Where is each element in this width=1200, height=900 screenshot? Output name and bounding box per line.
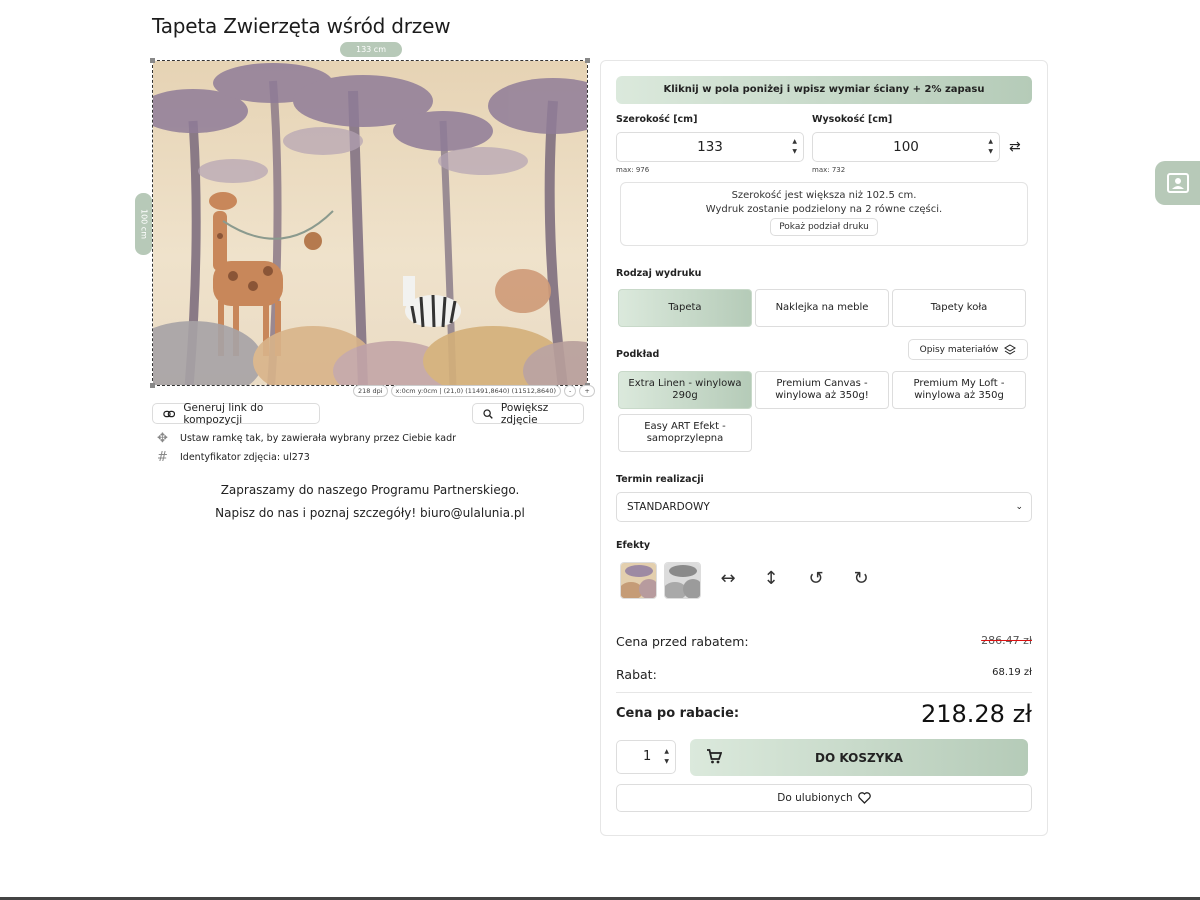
partner-line-1: Zapraszamy do naszego Programu Partnersk… [220,483,520,497]
term-label: Termin realizacji [616,474,704,485]
link-icon [163,410,176,417]
coords-chip: x:0cm y:0cm | (21,0) (11491,8640) (11512… [390,385,561,397]
print-type-furniture-sticker[interactable]: Naklejka na meble [755,289,889,327]
zoom-in-button[interactable]: + [579,385,595,397]
heart-icon [857,792,871,804]
zoom-image-label: Powiększ zdjęcie [500,401,549,426]
effect-original-image [621,563,656,598]
layers-icon [1004,343,1017,355]
height-badge: 100 cm [135,193,152,255]
chevron-down-icon: ⌄ [1015,502,1023,512]
materials-description-label: Opisy materiałów [919,344,999,355]
dpi-chip: 218 dpi [353,385,388,397]
width-label: Szerokość [cm] [616,114,698,125]
rotate-right-icon[interactable]: ↻ [849,568,873,589]
quantity-stepper[interactable]: ▲ ▼ [664,747,669,767]
discount-label: Rabat: [616,667,657,682]
move-icon: ✥ [157,431,168,446]
add-to-cart-label: DO KOSZYKA [815,750,903,765]
flip-horizontal-icon[interactable]: ↔ [716,568,740,589]
height-stepper[interactable]: ▲ ▼ [988,137,993,157]
height-max: max: 732 [812,166,846,174]
generate-link-button[interactable]: Generuj link do kompozycji [152,401,320,426]
height-value: 100 [893,139,919,155]
add-to-favorites-button[interactable]: Do ulubionych [616,784,1032,812]
wallpaper-image [153,61,587,385]
width-input[interactable]: 133 ▲ ▼ [616,132,804,162]
resize-handle[interactable] [150,383,155,388]
discount-row: Rabat: 68.19 zł [616,667,1032,682]
width-value: 133 [697,139,723,155]
width-stepper[interactable]: ▲ ▼ [792,137,797,157]
image-info-strip: 218 dpi x:0cm y:0cm | (21,0) (11491,8640… [353,385,595,397]
height-input[interactable]: 100 ▲ ▼ [812,132,1000,162]
resize-handle[interactable] [150,58,155,63]
contact-card-icon [1166,173,1189,193]
split-line-2: Wydruk zostanie podzielony na 2 równe cz… [705,204,943,215]
swap-icon[interactable]: ⇄ [1009,139,1021,155]
effect-grayscale-thumb[interactable] [664,562,701,599]
materials-description-button[interactable]: Opisy materiałów [908,339,1028,360]
split-info-box: Szerokość jest większa niż 102.5 cm. Wyd… [620,182,1028,246]
print-type-label: Rodzaj wydruku [616,268,702,279]
frame-note: ✥ Ustaw ramkę tak, by zawierała wybrany … [156,431,456,446]
price-divider [616,692,1032,693]
width-max: max: 976 [616,166,650,174]
height-badge-label: 100 cm [139,208,148,240]
effect-original-thumb[interactable] [620,562,657,599]
substrate-premium-my-loft[interactable]: Premium My Loft - winylowa aż 350g [892,371,1026,409]
height-label: Wysokość [cm] [812,114,893,125]
substrate-premium-canvas[interactable]: Premium Canvas - winylowa aż 350g! [755,371,889,409]
partner-line-2: Napisz do nas i poznaj szczegóły! biuro@… [215,506,525,520]
substrate-easy-art[interactable]: Easy ART Efekt - samoprzylepna [618,414,752,452]
add-to-cart-button[interactable]: DO KOSZYKA [690,739,1028,776]
image-id-note: # Identyfikator zdjęcia: ul273 [156,450,310,465]
term-select[interactable]: STANDARDOWY ⌄ [616,492,1032,522]
page-title: Tapeta Zwierzęta wśród drzew [152,14,451,38]
rotate-left-icon[interactable]: ↺ [804,568,828,589]
substrate-label: Podkład [616,349,660,360]
quantity-value: 1 [643,749,652,764]
cart-icon [707,749,722,764]
term-value: STANDARDOWY [627,501,710,513]
show-split-button[interactable]: Pokaż podział druku [770,218,878,236]
print-type-wheels[interactable]: Tapety koła [892,289,1026,327]
favorites-label: Do ulubionych [777,792,853,804]
contact-side-tab[interactable] [1155,161,1200,205]
substrate-extra-linen[interactable]: Extra Linen - winylowa 290g [618,371,752,409]
price-before-value: 286.47 zł [981,634,1032,647]
zoom-image-button[interactable]: Powiększ zdjęcie [472,401,584,426]
print-type-wallpaper[interactable]: Tapeta [618,289,752,327]
final-price-value: 218.28 zł [920,700,1032,728]
final-price-label: Cena po rabacie: [616,706,740,721]
discount-value: 68.19 zł [992,667,1032,678]
magnifier-icon [483,408,493,419]
effects-label: Efekty [616,540,651,551]
split-line-1: Szerokość jest większa niż 102.5 cm. [731,190,917,201]
zoom-out-button[interactable]: - [564,385,577,397]
price-before-label: Cena przed rabatem: [616,634,749,649]
generate-link-label: Generuj link do kompozycji [183,401,264,426]
frame-note-text: Ustaw ramkę tak, by zawierała wybrany pr… [180,433,457,444]
hash-icon: # [157,450,168,465]
wallpaper-preview[interactable] [152,60,588,386]
image-id-text: Identyfikator zdjęcia: ul273 [180,452,310,463]
resize-handle[interactable] [585,58,590,63]
price-before-row: Cena przed rabatem: 286.47 zł [616,634,1032,649]
flip-vertical-icon[interactable]: ↕ [759,568,783,589]
effect-grayscale-image [665,563,700,598]
dimension-hint: Kliknij w pola poniżej i wpisz wymiar śc… [616,76,1032,104]
width-badge: 133 cm [340,42,402,57]
quantity-input[interactable]: 1 ▲ ▼ [616,740,676,774]
